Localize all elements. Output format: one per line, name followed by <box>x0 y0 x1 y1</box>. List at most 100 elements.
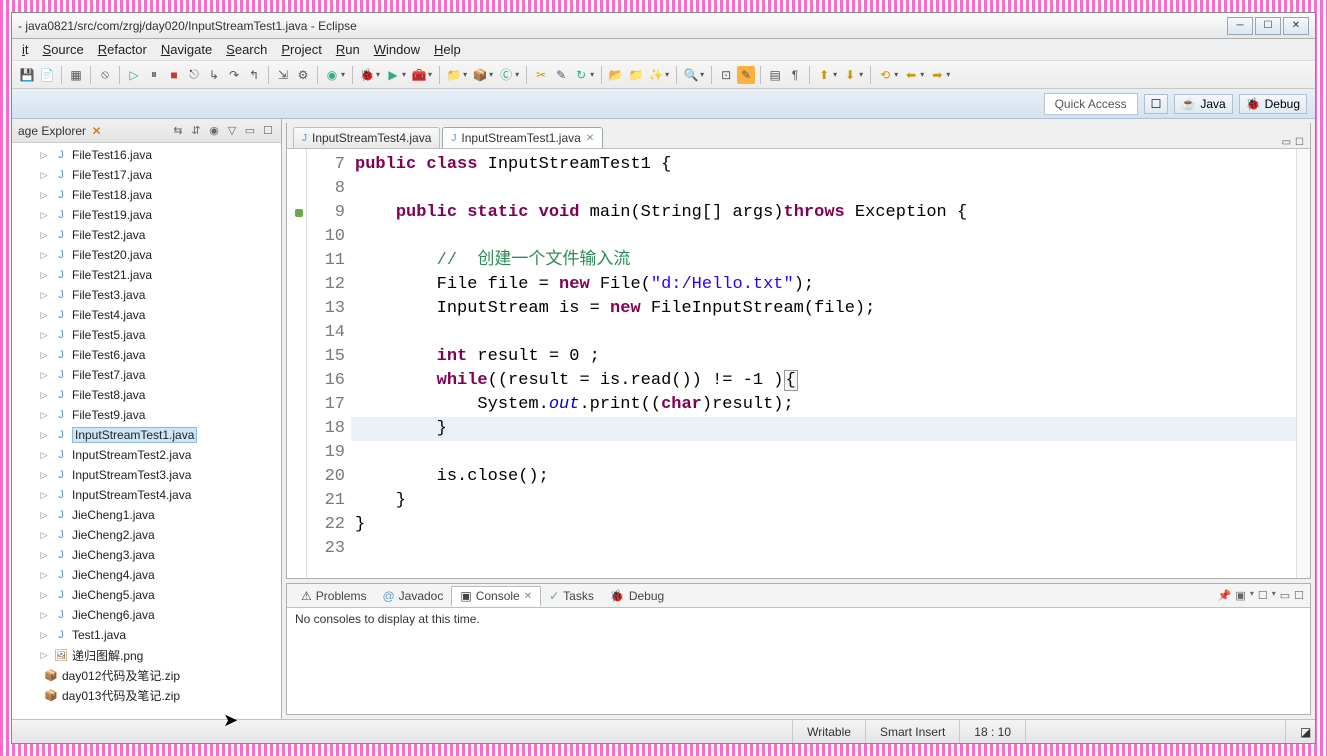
tree-item[interactable]: ▷JInputStreamTest4.java <box>38 485 281 505</box>
tree-item[interactable]: ▷JFileTest18.java <box>38 185 281 205</box>
pin-console-icon[interactable]: 📌 <box>1218 589 1232 602</box>
debug-perspective-button[interactable]: 🐞 Debug <box>1239 94 1307 114</box>
tree-item[interactable]: ▷JJieCheng6.java <box>38 605 281 625</box>
debug-icon[interactable]: 🐞 <box>358 66 376 84</box>
menu-it[interactable]: it <box>22 42 29 57</box>
editor-tab-inputstreamtest1[interactable]: J InputStreamTest1.java ✕ <box>442 127 603 148</box>
search-icon[interactable]: 🔍 <box>682 66 700 84</box>
tab-problems[interactable]: ⚠Problems <box>293 587 374 605</box>
expand-icon[interactable]: ▷ <box>38 150 50 161</box>
toggle-breadcrumb-icon[interactable]: ▦ <box>67 66 85 84</box>
tab-debug[interactable]: 🐞Debug <box>602 587 672 605</box>
menu-project[interactable]: Project <box>281 42 321 57</box>
open-console-icon[interactable]: ☐ <box>1258 589 1268 602</box>
menu-run[interactable]: Run <box>336 42 360 57</box>
next-annotation-icon[interactable]: ⬇ <box>841 66 859 84</box>
minimize-button[interactable]: ─ <box>1227 17 1253 35</box>
editor-tab-inputstreamtest4[interactable]: J InputStreamTest4.java <box>293 127 440 148</box>
save-all-icon[interactable]: 📄 <box>38 66 56 84</box>
close-console-icon[interactable]: ✕ <box>524 591 532 602</box>
maximize-button[interactable]: ☐ <box>1255 17 1281 35</box>
back-icon[interactable]: ⬅ <box>902 66 920 84</box>
expand-icon[interactable]: ▷ <box>38 290 50 301</box>
prev-annotation-icon[interactable]: ⬆ <box>815 66 833 84</box>
tree-item[interactable]: ▷JFileTest5.java <box>38 325 281 345</box>
tree-item[interactable]: ▷JFileTest8.java <box>38 385 281 405</box>
menu-search[interactable]: Search <box>226 42 267 57</box>
expand-icon[interactable]: ▷ <box>38 630 50 641</box>
expand-icon[interactable]: ▷ <box>38 470 50 481</box>
menu-window[interactable]: Window <box>374 42 420 57</box>
open-task-icon[interactable]: 📂 <box>607 66 625 84</box>
expand-icon[interactable]: ▷ <box>38 410 50 421</box>
build-icon[interactable]: ◉ <box>323 66 341 84</box>
refresh-icon[interactable]: ↻ <box>572 66 590 84</box>
view-menu-icon[interactable]: ▽ <box>225 124 239 138</box>
step-into-icon[interactable]: ↳ <box>205 66 223 84</box>
editor-maximize-icon[interactable]: ☐ <box>1295 137 1304 148</box>
display-selected-icon[interactable]: ▣ <box>1235 589 1245 602</box>
format-icon[interactable]: ⊡ <box>717 66 735 84</box>
close-button[interactable]: ✕ <box>1283 17 1309 35</box>
tree-item[interactable]: ▷JInputStreamTest3.java <box>38 465 281 485</box>
open-perspective-button[interactable]: ☐ <box>1144 94 1169 114</box>
overview-ruler[interactable] <box>1296 149 1310 578</box>
show-whitespace-icon[interactable]: ¶ <box>786 66 804 84</box>
java-perspective-button[interactable]: ☕ Java <box>1174 94 1232 114</box>
expand-icon[interactable]: ▷ <box>38 550 50 561</box>
expand-icon[interactable]: ▷ <box>38 190 50 201</box>
tree-item[interactable]: ▷🖼递归图解.png <box>38 645 281 665</box>
menu-refactor[interactable]: Refactor <box>98 42 147 57</box>
line-number-gutter[interactable]: 7891011121314151617181920212223 <box>307 149 351 578</box>
expand-icon[interactable]: ▷ <box>38 610 50 621</box>
expand-icon[interactable]: ▷ <box>38 510 50 521</box>
last-edit-icon[interactable]: ⟲ <box>876 66 894 84</box>
expand-icon[interactable]: ▷ <box>38 270 50 281</box>
expand-icon[interactable]: ▷ <box>38 310 50 321</box>
tree-item[interactable]: 📦day012代码及笔记.zip <box>28 665 281 685</box>
expand-icon[interactable]: ▷ <box>38 350 50 361</box>
explorer-close-icon[interactable]: ✕ <box>91 124 101 138</box>
menu-help[interactable]: Help <box>434 42 461 57</box>
tab-console[interactable]: ▣Console✕ <box>451 586 541 606</box>
expand-icon[interactable]: ▷ <box>38 650 50 661</box>
tree-item[interactable]: ▷JFileTest21.java <box>38 265 281 285</box>
tab-javadoc[interactable]: @Javadoc <box>374 587 451 605</box>
expand-icon[interactable]: ▷ <box>38 370 50 381</box>
expand-icon[interactable]: ▷ <box>38 450 50 461</box>
wand-icon[interactable]: ✨ <box>647 66 665 84</box>
terminate-icon[interactable]: ■ <box>165 66 183 84</box>
tree-item[interactable]: ▷JFileTest2.java <box>38 225 281 245</box>
tree-item[interactable]: ▷JInputStreamTest1.java <box>38 425 281 445</box>
new-junit-icon[interactable]: ✎ <box>552 66 570 84</box>
external-tools-icon[interactable]: 🧰 <box>410 66 428 84</box>
skip-breakpoints-icon[interactable]: ⦸ <box>96 66 114 84</box>
console-max-icon[interactable]: ☐ <box>1294 589 1304 602</box>
forward-icon[interactable]: ➡ <box>928 66 946 84</box>
expand-icon[interactable]: ▷ <box>38 170 50 181</box>
expand-icon[interactable]: ▷ <box>38 570 50 581</box>
toggle-block-icon[interactable]: ▤ <box>766 66 784 84</box>
tree-item[interactable]: ▷JFileTest6.java <box>38 345 281 365</box>
expand-icon[interactable]: ▷ <box>38 530 50 541</box>
tab-tasks[interactable]: ✓Tasks <box>541 587 602 605</box>
file-tree[interactable]: ▷JFileTest16.java▷JFileTest17.java▷JFile… <box>12 143 281 707</box>
tree-item[interactable]: ▷JFileTest4.java <box>38 305 281 325</box>
menu-navigate[interactable]: Navigate <box>161 42 212 57</box>
expand-icon[interactable]: ▷ <box>38 230 50 241</box>
menu-source[interactable]: Source <box>43 42 84 57</box>
tree-item[interactable]: ▷JFileTest19.java <box>38 205 281 225</box>
suspend-icon[interactable]: ⏸ <box>145 66 163 84</box>
collapse-all-icon[interactable]: ⇆ <box>171 124 185 138</box>
editor-minimize-icon[interactable]: ▭ <box>1282 137 1291 148</box>
close-tab-icon[interactable]: ✕ <box>586 133 594 144</box>
step-filters-icon[interactable]: ⚙ <box>294 66 312 84</box>
step-return-icon[interactable]: ↰ <box>245 66 263 84</box>
quick-access[interactable]: Quick Access <box>1044 93 1138 115</box>
tree-item[interactable]: ▷JJieCheng1.java <box>38 505 281 525</box>
tree-item[interactable]: ▷JJieCheng3.java <box>38 545 281 565</box>
new-java-project-icon[interactable]: 📁 <box>445 66 463 84</box>
code-editor[interactable]: public class InputStreamTest1 { public s… <box>351 149 1296 578</box>
expand-icon[interactable]: ▷ <box>38 390 50 401</box>
expand-icon[interactable]: ▷ <box>38 330 50 341</box>
